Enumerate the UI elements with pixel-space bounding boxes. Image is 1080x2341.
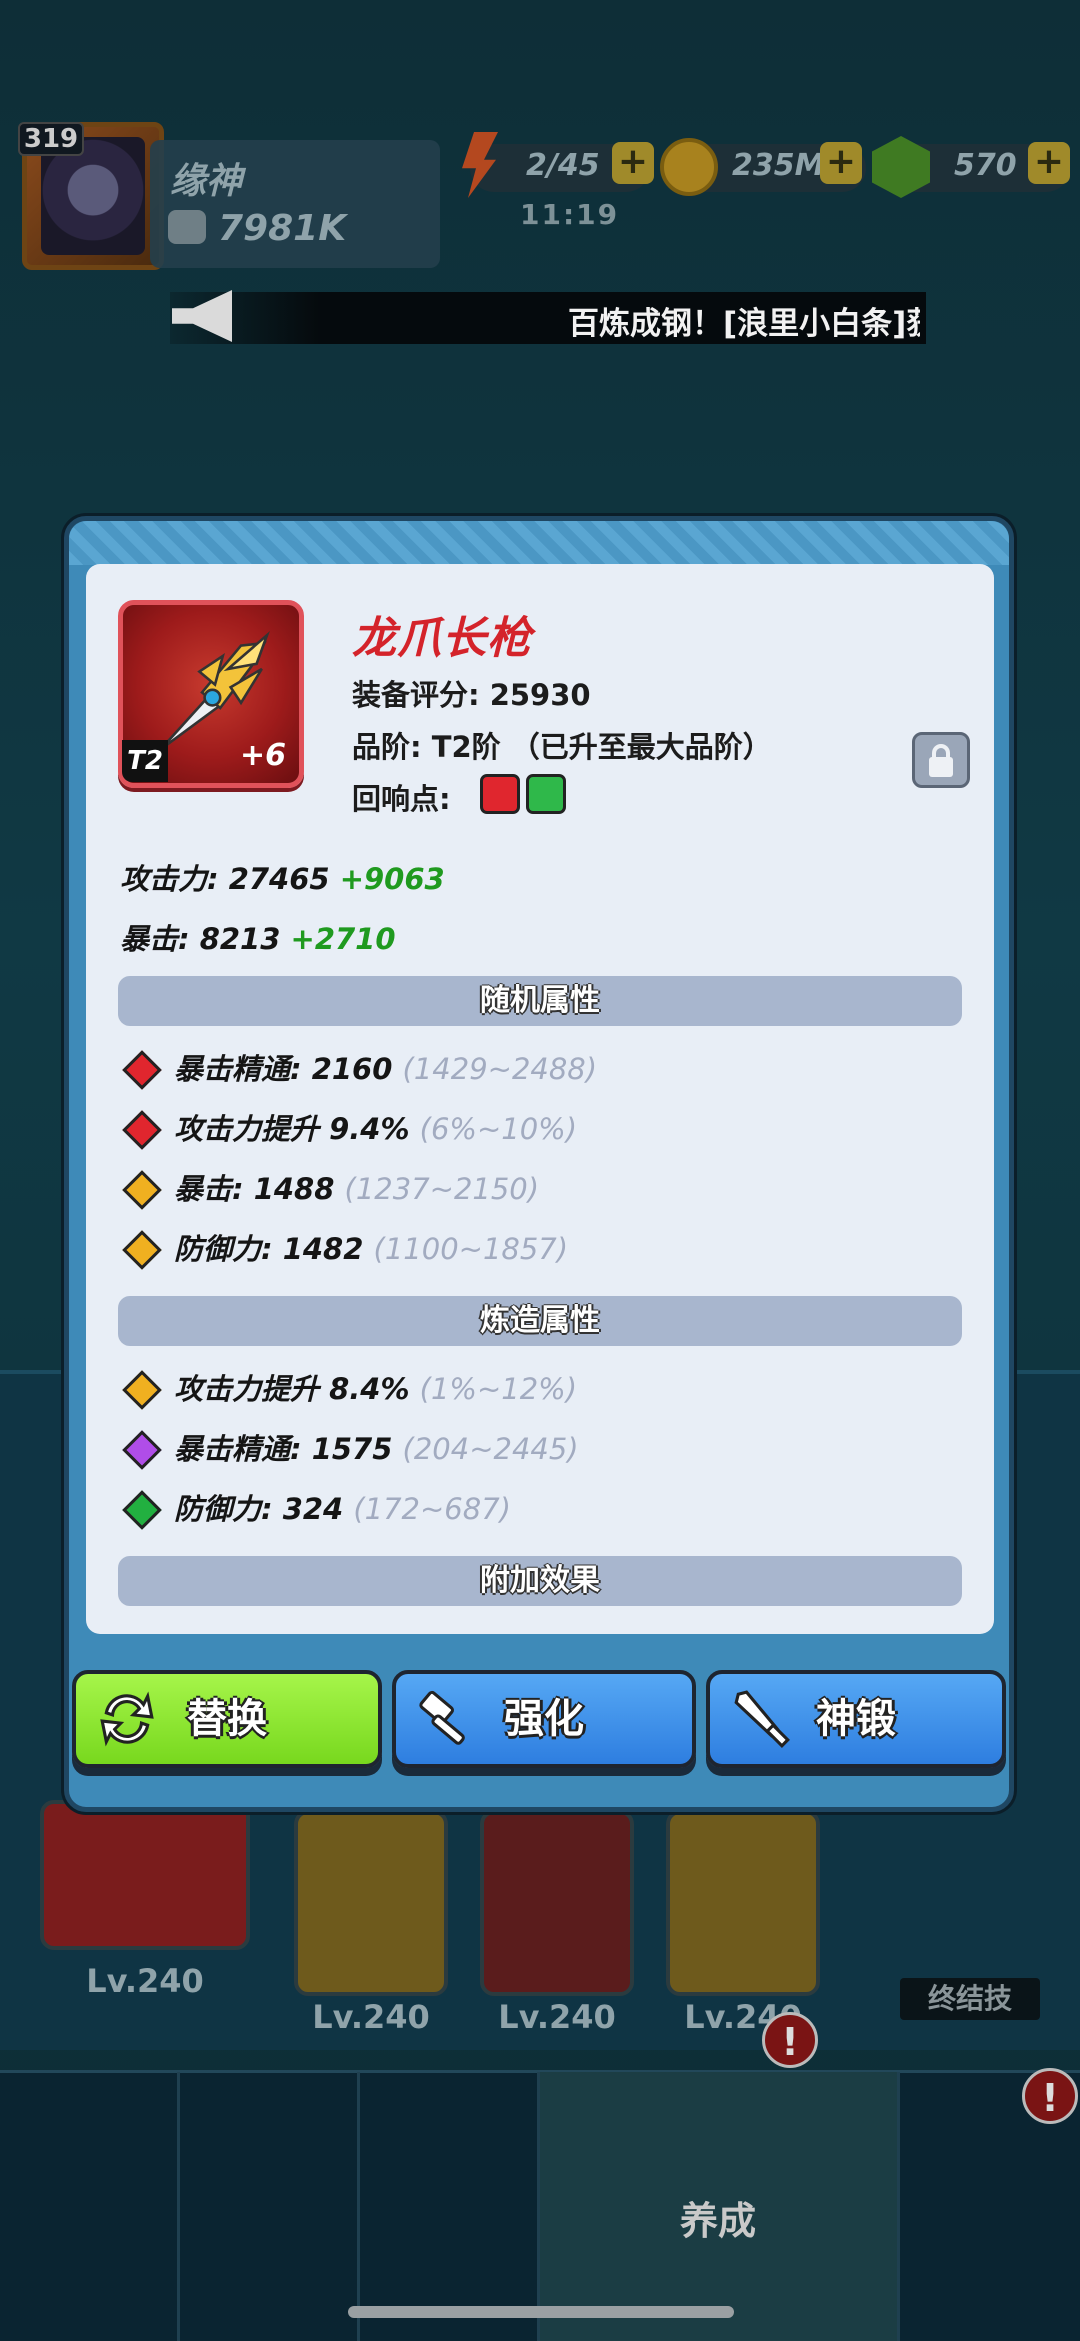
attr-text: 攻击力提升 8.4% xyxy=(174,1372,410,1406)
fire-echo-icon[interactable] xyxy=(480,774,520,814)
attr-range: (204~2445) xyxy=(402,1432,579,1466)
random-attr-row: 防御力: 1482 (1100~1857) xyxy=(120,1226,568,1270)
attack-stat: 攻击力: 27465 +9063 xyxy=(120,856,445,898)
random-attributes-header: 随机属性 xyxy=(118,976,962,1026)
random-attr-row: 攻击力提升 9.4% (6%~10%) xyxy=(120,1106,577,1150)
modal-header-pattern xyxy=(69,521,1009,565)
gold-diamond-icon xyxy=(122,1230,162,1270)
lock-icon[interactable] xyxy=(912,732,970,788)
purple-diamond-icon xyxy=(122,1430,162,1470)
extra-section-clip: 附加效果 xyxy=(86,1556,994,1634)
hammer-icon xyxy=(419,1690,465,1745)
divine-forge-button-label: 神锻 xyxy=(816,1696,896,1742)
item-score: 装备评分: 25930 xyxy=(352,678,591,712)
divine-forge-button[interactable]: 神锻 xyxy=(706,1670,1006,1768)
crit-bonus: +2710 xyxy=(290,922,396,956)
attr-text: 暴击精通: 1575 xyxy=(174,1432,393,1466)
gold-diamond-icon xyxy=(122,1370,162,1410)
attr-text: 暴击: 1488 xyxy=(174,1172,335,1206)
attr-range: (172~687) xyxy=(353,1492,511,1526)
item-enhance-level: +6 xyxy=(240,738,287,773)
attr-text: 攻击力提升 9.4% xyxy=(174,1112,410,1146)
attr-range: (1429~2488) xyxy=(402,1052,598,1086)
crit-value: 暴击: 8213 xyxy=(120,922,281,956)
forge-attr-row: 攻击力提升 8.4% (1%~12%) xyxy=(120,1366,577,1410)
attr-text: 防御力: 1482 xyxy=(174,1232,364,1266)
crit-stat: 暴击: 8213 +2710 xyxy=(120,916,396,958)
random-attr-row: 暴击: 1488 (1237~2150) xyxy=(120,1166,539,1210)
sword-icon xyxy=(734,1690,790,1748)
forge-attr-row: 暴击精通: 1575 (204~2445) xyxy=(120,1426,579,1470)
enhance-button-label: 强化 xyxy=(504,1696,584,1742)
attr-range: (6%~10%) xyxy=(419,1112,578,1146)
extra-effects-header: 附加效果 xyxy=(118,1556,962,1606)
gold-diamond-icon xyxy=(122,1170,162,1210)
item-grade: 品阶: T2阶 （已升至最大品阶） xyxy=(352,730,772,764)
attr-range: (1%~12%) xyxy=(419,1372,578,1406)
replace-button-label: 替换 xyxy=(187,1696,267,1742)
random-attr-row: 暴击精通: 2160 (1429~2488) xyxy=(120,1046,597,1090)
red-diamond-icon xyxy=(122,1110,162,1150)
leaf-echo-icon[interactable] xyxy=(526,774,566,814)
attack-value: 攻击力: 27465 xyxy=(120,862,330,896)
item-name: 龙爪长枪 xyxy=(352,613,532,664)
attr-text: 防御力: 324 xyxy=(174,1492,344,1526)
red-diamond-icon xyxy=(122,1050,162,1090)
forge-attributes-header: 炼造属性 xyxy=(118,1296,962,1346)
replace-button[interactable]: 替换 xyxy=(72,1670,382,1768)
enhance-button[interactable]: 强化 xyxy=(392,1670,696,1768)
green-diamond-icon xyxy=(122,1490,162,1530)
attr-range: (1100~1857) xyxy=(373,1232,569,1266)
attr-text: 暴击精通: 2160 xyxy=(174,1052,393,1086)
item-tier-badge: T2 xyxy=(122,740,168,782)
echo-points-label: 回响点: xyxy=(352,782,451,816)
swap-arrows-icon xyxy=(100,1691,154,1747)
attr-range: (1237~2150) xyxy=(344,1172,540,1206)
attack-bonus: +9063 xyxy=(339,862,445,896)
forge-attr-row: 防御力: 324 (172~687) xyxy=(120,1486,511,1530)
